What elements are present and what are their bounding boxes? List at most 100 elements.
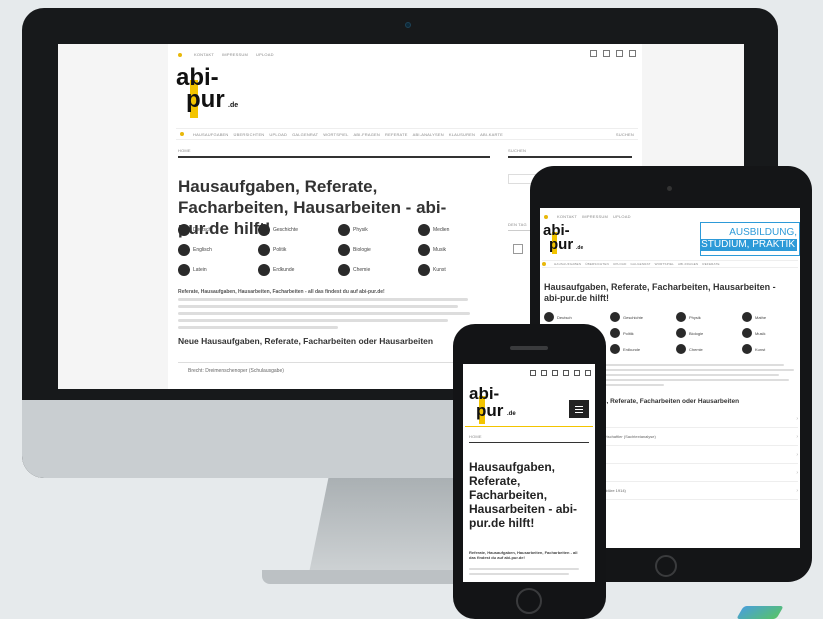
menu-item[interactable]: KLAUSUREN [449,132,475,137]
instagram-icon[interactable] [603,50,610,57]
ad-banner[interactable]: AUSBILDUNG, STUDIUM, PRAKTIK [700,222,800,256]
menu-item[interactable]: GALGENRAT [631,262,651,266]
menu-item[interactable]: WORTSPIEL [323,132,348,137]
subject-item[interactable]: Chemie [676,344,703,354]
twitter-icon[interactable] [616,50,623,57]
breadcrumb[interactable]: HOME [178,148,191,153]
home-button[interactable] [516,588,542,614]
chevron-right-icon: › [796,451,798,458]
menu-item[interactable]: REFERATE [702,262,719,266]
nav-link[interactable]: IMPRESSUM [222,52,248,57]
youtube-icon[interactable] [629,50,636,57]
menu-item[interactable]: ÜBERSICHTEN [585,262,609,266]
subject-item[interactable]: Mathe [742,312,766,322]
logo-suffix: .de [576,245,584,251]
subject-item[interactable]: Kunst [742,344,765,354]
nav-link[interactable]: KONTAKT [194,52,214,57]
home-button[interactable] [655,555,677,577]
logo-bottom[interactable]: pur [476,401,503,421]
facebook-icon[interactable] [530,370,536,376]
menu-item[interactable]: GALGENRAT [292,132,318,137]
menu-item[interactable]: HAUSAUFGABEN [193,132,229,137]
facebook-icon[interactable] [590,50,597,57]
nav-link[interactable]: IMPRESSUM [582,214,608,219]
math-icon [742,312,752,322]
mail-icon[interactable] [585,370,591,376]
menu-item[interactable]: HAUSAUFGABEN [554,262,581,266]
leaf-icon [338,244,350,256]
home-icon[interactable] [180,132,184,136]
globe-icon [610,344,620,354]
globe-icon [258,264,270,276]
subject-item[interactable]: Physik [676,312,701,322]
divider [469,442,589,443]
menu-item[interactable]: UPLOAD [269,132,287,137]
subject-item[interactable]: Physik [338,224,368,236]
menu-item[interactable]: WORTSPIEL [655,262,674,266]
logo-bottom[interactable]: pur [549,236,573,253]
home-icon[interactable] [542,262,546,266]
subject-item[interactable]: Politik [610,328,634,338]
subject-item[interactable]: Geschichte [610,312,643,322]
subject-item[interactable]: Chemie [338,264,370,276]
menu-item[interactable]: ÜBERSICHTEN [234,132,265,137]
subject-item[interactable]: Latein [178,264,207,276]
subject-item[interactable]: Biologie [676,328,703,338]
chevron-right-icon: › [796,415,798,422]
menu-item[interactable]: ABI-ANALYSEN [413,132,444,137]
social-icons [590,50,636,57]
subject-item[interactable]: Geschichte [258,224,298,236]
menu-item[interactable]: REFERATE [385,132,408,137]
logo-bottom[interactable]: pur [186,88,225,112]
intro-text: Referate, Hausaufgaben, Hausarbeiten, Fa… [178,289,385,295]
leaf-icon [676,328,686,338]
top-nav: KONTAKT IMPRESSUM UPLOAD [178,52,274,57]
menu-button[interactable] [569,400,589,418]
subject-item[interactable]: Kunst [418,264,446,276]
brand-mark [736,606,784,619]
palette-icon [742,344,752,354]
divider [178,362,490,363]
camera-icon [667,186,672,191]
intro-text: Referate, Hausaufgaben, Hausarbeiten, Fa… [469,550,578,560]
sidebar-title: DEN TAG [508,222,527,227]
banner-line: AUSBILDUNG, [729,227,797,238]
banner-line: STUDIUM, PRAKTIK [701,239,797,251]
subject-item[interactable]: Biologie [338,244,371,256]
breadcrumb[interactable]: HOME [469,434,482,439]
book-icon [178,224,190,236]
subject-item[interactable]: Deutsch [178,224,211,236]
divider [465,426,593,427]
camera-icon [405,22,411,28]
twitter-icon[interactable] [563,370,569,376]
menu-item[interactable]: ABI-FRAGEN [678,262,698,266]
logo-suffix: .de [507,411,516,417]
history-icon [610,312,620,322]
subject-item[interactable]: Deutsch [544,312,572,322]
subject-item[interactable]: Englisch [178,244,212,256]
menu-item[interactable]: UPLOAD [613,262,627,266]
pinterest-icon[interactable] [574,370,580,376]
speaker-icon [510,346,548,350]
column-icon [178,264,190,276]
facebook-icon[interactable] [513,244,523,254]
menu-item[interactable]: ABI-FRAGEN [354,132,380,137]
news-item[interactable]: Brecht: Dreimenschenoper (Schulausgabe) [188,368,284,374]
nav-link[interactable]: KONTAKT [557,214,577,219]
music-icon [742,328,752,338]
subject-item[interactable]: Erdkunde [258,264,294,276]
subject-item[interactable]: Politik [258,244,286,256]
nav-link[interactable]: UPLOAD [613,214,631,219]
menu-item[interactable]: ABI-KARTE [480,132,503,137]
nav-link[interactable]: UPLOAD [256,52,274,57]
instagram-icon[interactable] [552,370,558,376]
flag-icon [178,244,190,256]
subject-item[interactable]: Musik [418,244,446,256]
search-link[interactable]: SUCHEN [616,132,634,137]
subject-item[interactable]: Erdkunde [610,344,640,354]
chevron-right-icon: › [796,433,798,440]
subject-item[interactable]: Musik [742,328,765,338]
subject-item[interactable]: Medien [418,224,449,236]
google-icon[interactable] [541,370,547,376]
physics-icon [338,224,350,236]
